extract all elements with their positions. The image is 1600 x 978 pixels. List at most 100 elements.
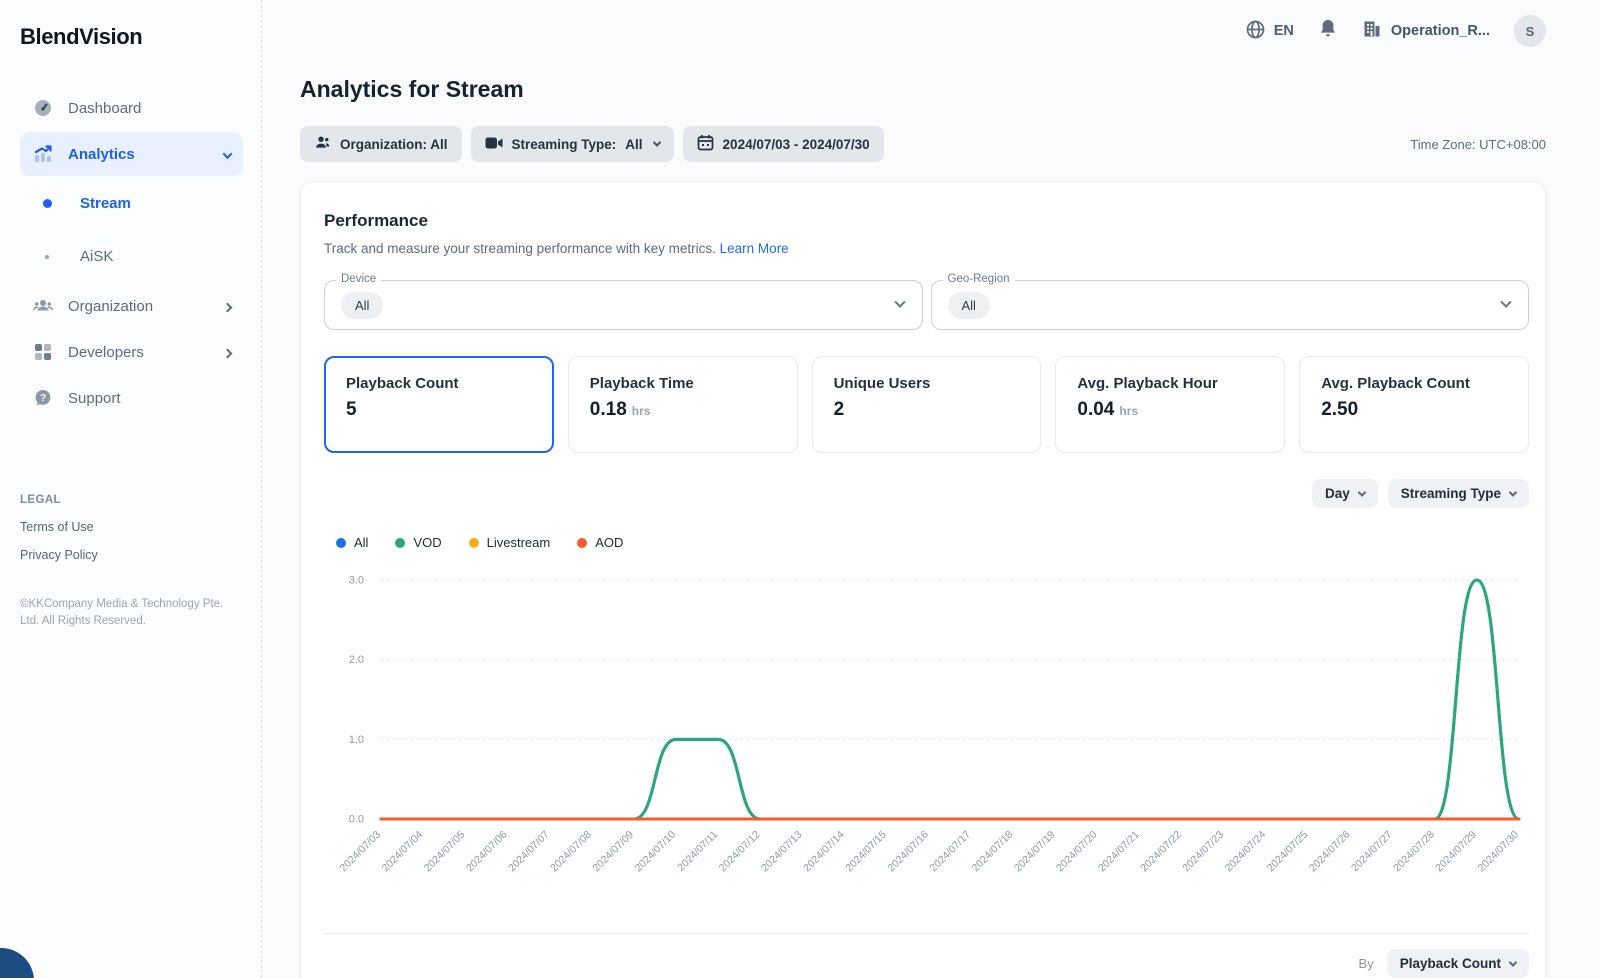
by-metric-dropdown[interactable]: Playback Count <box>1387 949 1529 978</box>
sidebar-item-label: AiSK <box>80 248 113 265</box>
chevron-down-icon <box>224 146 231 163</box>
metric-cards: Playback Count 5 Playback Time 0.18hrs U… <box>324 356 1529 453</box>
x-axis-tick-label: 2024/07/16 <box>885 829 931 875</box>
metric-value: 0.18 <box>590 399 627 420</box>
legend-dot-icon <box>336 538 346 548</box>
brand-logo: BlendVision <box>20 24 243 50</box>
grid-icon <box>32 341 54 363</box>
x-axis-tick-label: 2024/07/08 <box>548 829 594 875</box>
geo-region-select-value: All <box>948 292 990 319</box>
language-selector[interactable]: EN <box>1245 19 1294 44</box>
interval-dropdown[interactable]: Day <box>1312 479 1378 508</box>
sidebar-item-organization[interactable]: Organization <box>20 284 243 328</box>
x-axis-tick-label: 2024/07/26 <box>1307 829 1353 875</box>
metric-card-unique-users[interactable]: Unique Users 2 <box>812 356 1042 453</box>
performance-description-text: Track and measure your streaming perform… <box>324 241 716 256</box>
organization-filter-label: Organization: All <box>340 137 448 152</box>
x-axis-tick-label: 2024/07/11 <box>675 829 720 874</box>
x-axis-tick-label: 2024/07/30 <box>1475 829 1521 875</box>
notification-bell-icon[interactable] <box>1318 18 1338 44</box>
legend-item-vod[interactable]: VOD <box>395 535 441 550</box>
bottom-controls: By Playback Count <box>324 949 1529 978</box>
x-axis-tick-label: 2024/07/21 <box>1096 829 1142 875</box>
interval-value: Day <box>1325 486 1350 501</box>
x-axis-tick-label: 2024/07/14 <box>801 829 847 875</box>
streaming-type-filter-chip[interactable]: Streaming Type: All <box>471 126 674 162</box>
performance-card: Performance Track and measure your strea… <box>300 181 1546 978</box>
legal-section: LEGAL Terms of Use Privacy Policy ©KKCom… <box>20 494 243 629</box>
sidebar-item-support[interactable]: ? Support <box>20 376 243 420</box>
y-axis-tick-label: 3.0 <box>349 575 364 587</box>
y-axis-tick-label: 0.0 <box>349 814 364 826</box>
x-axis-tick-label: 2024/07/10 <box>633 829 679 875</box>
x-axis-tick-label: 2024/07/29 <box>1433 829 1479 875</box>
metric-card-playback-count[interactable]: Playback Count 5 <box>324 356 554 453</box>
sidebar-item-stream[interactable]: Stream <box>20 183 243 224</box>
organization-switcher[interactable]: Operation_R... <box>1362 19 1490 43</box>
geo-region-select[interactable]: Geo-Region All <box>931 280 1530 330</box>
chevron-right-icon <box>224 344 231 361</box>
x-axis-tick-label: 2024/07/28 <box>1391 829 1437 875</box>
top-bar: EN Operation_R... S <box>300 0 1546 62</box>
breakdown-dropdown[interactable]: Streaming Type <box>1388 479 1529 508</box>
chevron-down-icon <box>1509 488 1517 496</box>
x-axis-tick-label: 2024/07/25 <box>1265 829 1311 875</box>
copyright-text: ©KKCompany Media & Technology Pte. Ltd. … <box>20 596 230 629</box>
terms-of-use-link[interactable]: Terms of Use <box>20 520 243 534</box>
sidebar-item-label: Dashboard <box>68 100 141 117</box>
chart-controls: Day Streaming Type <box>324 479 1529 508</box>
device-select-value: All <box>341 292 383 319</box>
people-icon <box>32 295 54 317</box>
legal-heading: LEGAL <box>20 494 243 506</box>
x-axis-tick-label: 2024/07/13 <box>759 829 805 875</box>
metric-card-avg-playback-hour[interactable]: Avg. Playback Hour 0.04hrs <box>1055 356 1285 453</box>
active-dot-icon <box>34 199 60 208</box>
section-divider <box>324 933 1529 934</box>
globe-icon <box>1245 19 1266 44</box>
device-select[interactable]: Device All <box>324 280 923 330</box>
metric-value: 0.04 <box>1077 399 1114 420</box>
sidebar-item-aisk[interactable]: AiSK <box>20 236 243 277</box>
x-axis-tick-label: 2024/07/27 <box>1349 829 1395 875</box>
sidebar-item-dashboard[interactable]: Dashboard <box>20 86 243 130</box>
user-avatar[interactable]: S <box>1514 15 1546 47</box>
chevron-down-icon <box>1509 958 1517 966</box>
x-axis-tick-label: 2024/07/04 <box>380 829 426 875</box>
chart-line-vod <box>381 580 1519 819</box>
geo-region-select-label: Geo-Region <box>943 273 1015 285</box>
metric-label: Unique Users <box>834 375 1020 392</box>
chevron-down-icon <box>652 138 660 146</box>
metric-card-avg-playback-count[interactable]: Avg. Playback Count 2.50 <box>1299 356 1529 453</box>
organization-name: Operation_R... <box>1391 23 1490 39</box>
legend-item-all[interactable]: All <box>336 535 368 550</box>
main-content: EN Operation_R... S Analytics for Stream… <box>262 0 1600 978</box>
breakdown-value: Streaming Type <box>1401 486 1501 501</box>
privacy-policy-link[interactable]: Privacy Policy <box>20 548 243 562</box>
sidebar-item-analytics[interactable]: Analytics <box>20 132 243 176</box>
metric-card-playback-time[interactable]: Playback Time 0.18hrs <box>568 356 798 453</box>
sidebar-item-developers[interactable]: Developers <box>20 330 243 374</box>
organization-filter-chip[interactable]: Organization: All <box>300 126 462 162</box>
legend-label: AOD <box>595 535 623 550</box>
person-icon <box>314 134 331 154</box>
y-axis-tick-label: 1.0 <box>349 734 364 746</box>
x-axis-tick-label: 2024/07/18 <box>970 829 1016 875</box>
date-range-chip[interactable]: 2024/07/03 - 2024/07/30 <box>683 126 884 162</box>
sidebar-item-label: Developers <box>68 344 144 361</box>
metric-unit: hrs <box>632 404 651 418</box>
legend-item-livestream[interactable]: Livestream <box>469 535 551 550</box>
legend-dot-icon <box>469 538 479 548</box>
building-icon <box>1362 19 1382 43</box>
date-range-label: 2024/07/03 - 2024/07/30 <box>723 137 870 152</box>
chart-svg: 0.01.02.03.02024/07/032024/07/042024/07/… <box>324 552 1529 887</box>
metric-label: Avg. Playback Hour <box>1077 375 1263 392</box>
calendar-icon <box>697 134 714 154</box>
video-camera-icon <box>485 136 503 153</box>
chevron-down-icon <box>1357 488 1365 496</box>
chevron-right-icon <box>224 298 231 315</box>
legend-item-aod[interactable]: AOD <box>577 535 623 550</box>
question-icon: ? <box>32 387 54 409</box>
x-axis-tick-label: 2024/07/19 <box>1012 829 1058 875</box>
sidebar-item-label: Stream <box>80 195 131 212</box>
learn-more-link[interactable]: Learn More <box>720 241 789 256</box>
